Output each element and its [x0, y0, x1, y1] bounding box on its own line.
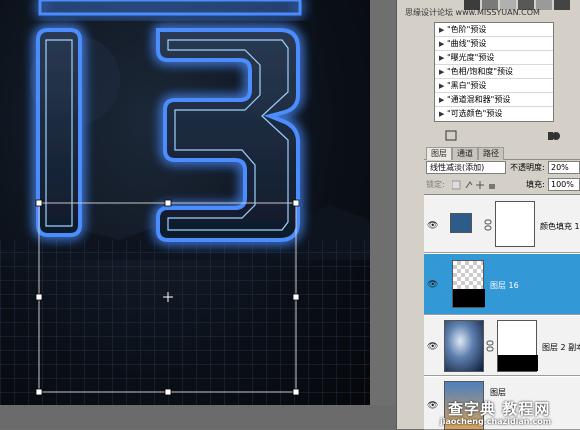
adjustment-preset-item[interactable]: ▶ "曲线"预设 — [435, 37, 553, 51]
layer-thumbnail — [444, 320, 484, 372]
neon-artwork — [0, 0, 370, 405]
canvas-gutter-bottom — [0, 405, 396, 429]
adjustment-preset-item[interactable]: ▶ "通道混和器"预设 — [435, 93, 553, 107]
adjustments-footer — [430, 128, 570, 144]
canvas-area[interactable] — [0, 0, 396, 429]
layers-panel-tabs: 图层 通道 路径 — [424, 146, 580, 160]
mask-icon[interactable] — [552, 132, 560, 140]
expand-arrow-icon: ▶ — [439, 54, 445, 62]
layer-thumbnail — [452, 260, 485, 308]
lock-label: 锁定: — [426, 180, 445, 189]
layer-row[interactable]: 👁 图层 2 副本 — [424, 316, 580, 376]
adjustment-preset-item[interactable]: ▶ "色相/饱和度"预设 — [435, 65, 553, 79]
watermark-bottom-url: jiaocheng.chazidian.com — [440, 417, 552, 426]
eye-icon[interactable]: 👁 — [427, 401, 439, 413]
eye-icon[interactable]: 👁 — [427, 280, 439, 292]
layer-mask-thumbnail — [495, 201, 535, 247]
neon-digit-one — [36, 28, 82, 237]
expand-arrow-icon: ▶ — [439, 26, 445, 34]
fill-swatch-thumbnail — [450, 213, 472, 233]
adjustments-preset-list: ▶ "色阶"预设 ▶ "曲线"预设 ▶ "曝光度"预设 ▶ "色相/饱和度"预设 ▶ "黑… — [434, 22, 554, 122]
transform-handle-br[interactable] — [292, 388, 300, 396]
expand-arrow-icon: ▶ — [439, 110, 445, 118]
transform-handle-tl[interactable] — [35, 199, 43, 207]
fill-label: 填充: — [526, 180, 545, 189]
tab-layers[interactable]: 图层 — [426, 147, 452, 160]
chain-link-icon[interactable] — [484, 219, 492, 231]
transform-handle-bl[interactable] — [35, 388, 43, 396]
grid-floor — [0, 240, 370, 405]
neon-top-bar — [38, 0, 302, 16]
transform-handle-bc[interactable] — [164, 388, 172, 396]
transform-handle-tc[interactable] — [164, 199, 172, 207]
canvas-gutter-right — [370, 0, 396, 429]
layers-lock-row: 锁定: 填充: 100% — [426, 178, 580, 192]
layers-blend-row: 线性减淡(添加) 不透明度: 20% — [426, 161, 580, 175]
lock-options[interactable] — [452, 180, 496, 190]
adjustment-preset-item[interactable]: ▶ "曝光度"预设 — [435, 51, 553, 65]
expand-arrow-icon: ▶ — [439, 96, 445, 104]
eye-icon[interactable]: 👁 — [427, 342, 439, 354]
adjustment-preset-item[interactable]: ▶ "可选颜色"预设 — [435, 107, 553, 121]
adjustment-preset-item[interactable]: ▶ "黑白"预设 — [435, 79, 553, 93]
transform-handle-mr[interactable] — [292, 293, 300, 301]
expand-arrow-icon: ▶ — [439, 68, 445, 76]
layer-name: 图层 2 副本 — [542, 343, 580, 352]
document-canvas[interactable] — [0, 0, 370, 405]
eye-icon[interactable]: 👁 — [427, 221, 439, 233]
transform-handle-tr[interactable] — [292, 199, 300, 207]
blend-mode-select[interactable]: 线性减淡(添加) — [426, 161, 506, 174]
watermark-bottom-title: 查字典 教程网 — [448, 400, 551, 418]
fill-field[interactable]: 100% — [548, 178, 580, 191]
watermark-bottom: 查字典 教程网 jiaocheng.chazidian.com — [440, 396, 580, 429]
adjustments-return-icon[interactable] — [445, 130, 457, 141]
expand-arrow-icon: ▶ — [439, 82, 445, 90]
watermark-top: 思缘设计论坛 www.MISSYUAN.COM — [405, 8, 540, 17]
layer-name: 颜色填充 1 — [540, 222, 580, 231]
tab-channels[interactable]: 通道 — [452, 147, 478, 160]
layer-row-selected[interactable]: 👁 图层 16 — [424, 254, 580, 315]
neon-digit-three — [156, 28, 300, 242]
transform-handle-ml[interactable] — [35, 293, 43, 301]
tab-paths[interactable]: 路径 — [478, 147, 504, 160]
expand-arrow-icon: ▶ — [439, 40, 445, 48]
adjustment-preset-item[interactable]: ▶ "色阶"预设 — [435, 23, 553, 37]
layer-name: 图层 16 — [490, 281, 519, 290]
layer-mask-thumbnail — [497, 320, 538, 372]
chain-link-icon[interactable] — [486, 340, 494, 352]
opacity-field[interactable]: 20% — [548, 161, 580, 174]
layers-list: 👁 颜色填充 1 👁 图层 16 👁 图层 2 副本 👁 图层 — [424, 194, 580, 430]
layer-row[interactable]: 👁 颜色填充 1 — [424, 195, 580, 253]
opacity-label: 不透明度: — [510, 163, 545, 172]
